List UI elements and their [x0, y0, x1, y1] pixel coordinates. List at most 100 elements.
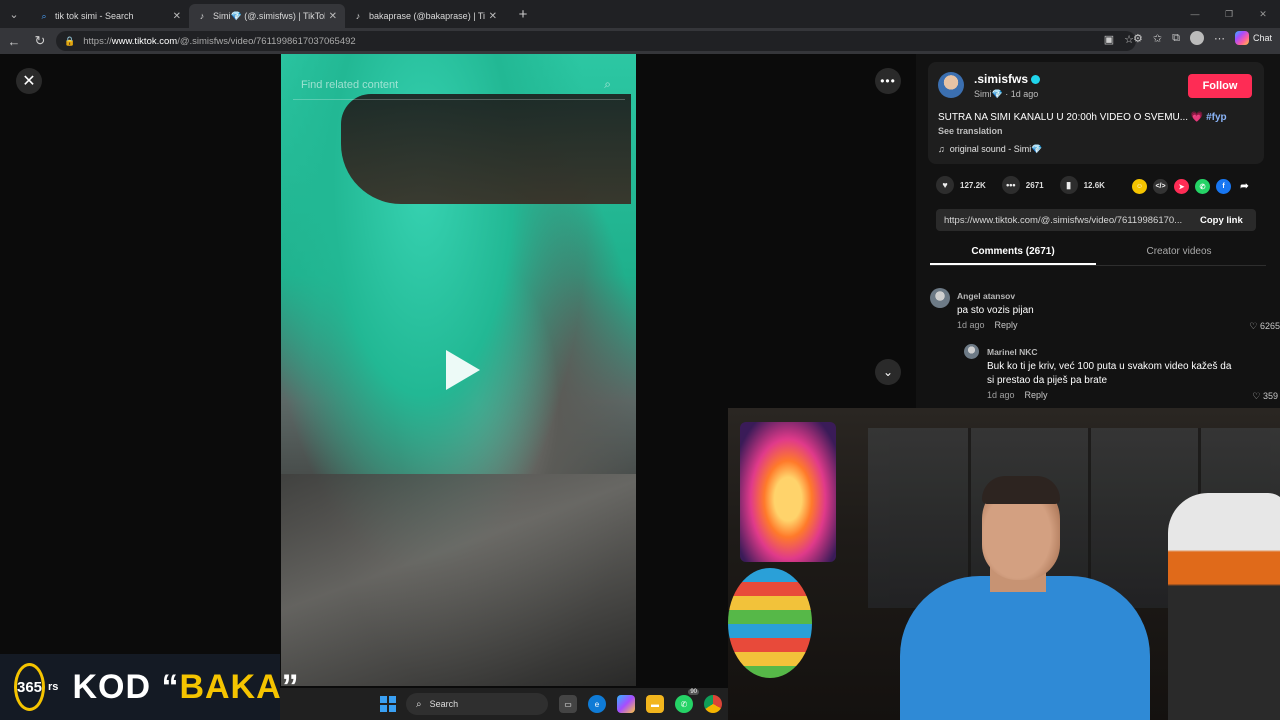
commenter-name[interactable]: Marinel NKC [987, 347, 1038, 357]
copy-link-button[interactable]: Copy link [1200, 215, 1243, 226]
back-icon[interactable]: ← [2, 29, 26, 53]
favorites-icon[interactable]: ✩ [1153, 32, 1162, 45]
close-tab-icon[interactable]: ✕ [329, 11, 337, 22]
music-note-icon: ♫ [938, 144, 945, 154]
comment-footer: 1d ago Reply [957, 320, 1018, 330]
webcam-overlay [728, 408, 1280, 720]
browser-tab-search[interactable]: ⌕ tik tok simi - Search ✕ [31, 4, 189, 28]
close-window-icon[interactable]: ✕ [1246, 0, 1280, 28]
copilot-icon [1234, 31, 1249, 45]
more-menu-icon[interactable]: ⋯ [1214, 32, 1225, 45]
tab-label: tik tok simi - Search [55, 11, 134, 21]
commenter-avatar[interactable] [964, 344, 979, 359]
taskbar-search[interactable]: ⌕ Search [406, 693, 548, 715]
restore-icon[interactable]: ❐ [1212, 0, 1246, 28]
author-avatar[interactable] [938, 72, 964, 98]
next-video-chevron-down-icon[interactable]: ⌄ [875, 359, 901, 385]
browser-tab-simi[interactable]: ♪ Simi💎 (@.simisfws) | TikTok ✕ [189, 4, 345, 28]
whatsapp-badge: 90 [688, 689, 699, 695]
tab-actions-menu[interactable]: ⌄ [3, 3, 25, 25]
search-placeholder: Find related content [301, 78, 399, 91]
streamer-hair [982, 476, 1060, 504]
search-icon: ⌕ [416, 698, 422, 710]
windows-start-icon[interactable] [380, 696, 396, 712]
extensions-icon[interactable]: ⚙ [1133, 32, 1143, 45]
like-count: 127.2K [960, 180, 986, 190]
stream-brand-banner: 365 rs KOD “BAKA” [0, 654, 299, 720]
tab-label: Simi💎 (@.simisfws) | TikTok [213, 10, 325, 21]
gaming-chair [1168, 493, 1280, 720]
whatsapp-icon[interactable]: ✆ [1195, 179, 1210, 194]
commenter-avatar[interactable] [930, 288, 950, 308]
copilot-app-icon[interactable] [617, 695, 635, 713]
close-icon[interactable]: ✕ [16, 68, 42, 94]
post-link-field[interactable]: https://www.tiktok.com/@.simisfws/video/… [936, 215, 1194, 226]
tab-comments[interactable]: Comments (2671) [930, 240, 1096, 265]
comment-text: Buk ko ti je kriv, već 100 puta u svakom… [987, 361, 1232, 386]
refresh-icon[interactable]: ↻ [28, 29, 52, 53]
file-explorer-icon[interactable]: ▬ [646, 695, 664, 713]
edge-browser-icon[interactable]: e [588, 695, 606, 713]
tab-creator-videos[interactable]: Creator videos [1096, 240, 1262, 265]
window-controls: — ❐ ✕ [1178, 0, 1280, 28]
embed-code-icon[interactable]: </> [1153, 179, 1168, 194]
comment-time: 1d ago [987, 390, 1015, 400]
panel-tabs: Comments (2671) Creator videos [930, 240, 1266, 266]
split-screen-icon[interactable]: ▣ [1104, 33, 1114, 46]
follow-button[interactable]: Follow [1188, 74, 1252, 98]
minimize-icon[interactable]: — [1178, 0, 1212, 28]
whatsapp-app-icon[interactable]: ✆ 90 [675, 689, 699, 713]
task-view-icon[interactable]: ▭ [559, 695, 577, 713]
comment-time: 1d ago [957, 320, 985, 330]
taskbar-search-label: Search [429, 699, 459, 709]
author-name[interactable]: .simisfws [974, 72, 1041, 86]
lock-icon[interactable]: 🔒 [64, 36, 75, 47]
commenter-name[interactable]: Angel atansov [957, 291, 1015, 301]
close-tab-icon[interactable]: ✕ [173, 11, 181, 22]
like-heart-icon[interactable]: ♥ [936, 176, 954, 194]
windows-taskbar: ⌕ Search ▭ e ▬ ✆ 90 [280, 688, 728, 720]
comment-footer: 1d ago Reply [987, 390, 1048, 400]
copilot-chat-button[interactable]: Chat [1234, 31, 1272, 45]
comment-like-count: 359 [1262, 391, 1278, 401]
comment-like[interactable]: ♡ 359 [1252, 391, 1278, 402]
author-handle: .simisfws [974, 72, 1029, 86]
browser-toolbar: ⚙ ✩ ⧉ ⋯ Chat [1133, 31, 1272, 45]
send-to-friends-icon[interactable]: ➤ [1174, 179, 1189, 194]
collections-icon[interactable]: ⧉ [1172, 32, 1180, 45]
profile-avatar[interactable] [1189, 31, 1204, 45]
new-tab-button[interactable]: + [513, 4, 533, 24]
play-icon[interactable] [446, 350, 480, 390]
see-translation-link[interactable]: See translation [938, 126, 1003, 136]
facebook-icon[interactable]: f [1216, 179, 1231, 194]
url-domain: www.tiktok.com [111, 35, 178, 47]
video-scene-lower [281, 474, 636, 686]
comment-icon[interactable]: ••• [1001, 176, 1020, 194]
more-options-icon[interactable]: ••• [875, 68, 901, 94]
address-bar[interactable]: 🔒 https://www.tiktok.com/@.simisfws/vide… [56, 31, 1136, 51]
search-icon: ⌕ [41, 10, 47, 21]
hashtag-link[interactable]: #fyp [1206, 112, 1227, 123]
comment-like[interactable]: ♡ 6265 [1249, 321, 1280, 332]
sound-link[interactable]: ♫ original sound - Simi💎 [938, 144, 1043, 155]
address-bar-actions: ▣ ☆ [1104, 33, 1134, 46]
search-icon[interactable]: ⌕ [604, 77, 611, 92]
comment-text: pa sto vozis pijan [957, 305, 1034, 316]
reply-button[interactable]: Reply [1025, 390, 1048, 400]
url-prefix: https:// [83, 35, 112, 47]
heart-outline-icon: ♡ [1252, 391, 1261, 401]
chat-label: Chat [1252, 33, 1272, 43]
striped-ball [728, 568, 812, 678]
reply-button[interactable]: Reply [995, 320, 1018, 330]
share-arrow-icon[interactable]: ➦ [1237, 179, 1252, 194]
verified-badge-icon [1031, 75, 1041, 85]
bookmark-icon[interactable]: ▮ [1059, 176, 1078, 194]
browser-tab-bakaprase[interactable]: ♪ bakaprase (@bakaprase) | TikTok ✕ [345, 4, 505, 28]
close-tab-icon[interactable]: ✕ [489, 11, 497, 22]
comment-count: 2671 [1025, 180, 1044, 190]
copy-link-box: https://www.tiktok.com/@.simisfws/video/… [936, 209, 1256, 231]
browser-navbar: ← ↻ 🔒 https://www.tiktok.com/@.simisfws/… [0, 28, 1280, 54]
chrome-icon[interactable] [704, 695, 722, 713]
coin-gift-icon[interactable]: ☺ [1132, 179, 1147, 194]
related-content-search[interactable]: Find related content ⌕ [293, 70, 625, 100]
